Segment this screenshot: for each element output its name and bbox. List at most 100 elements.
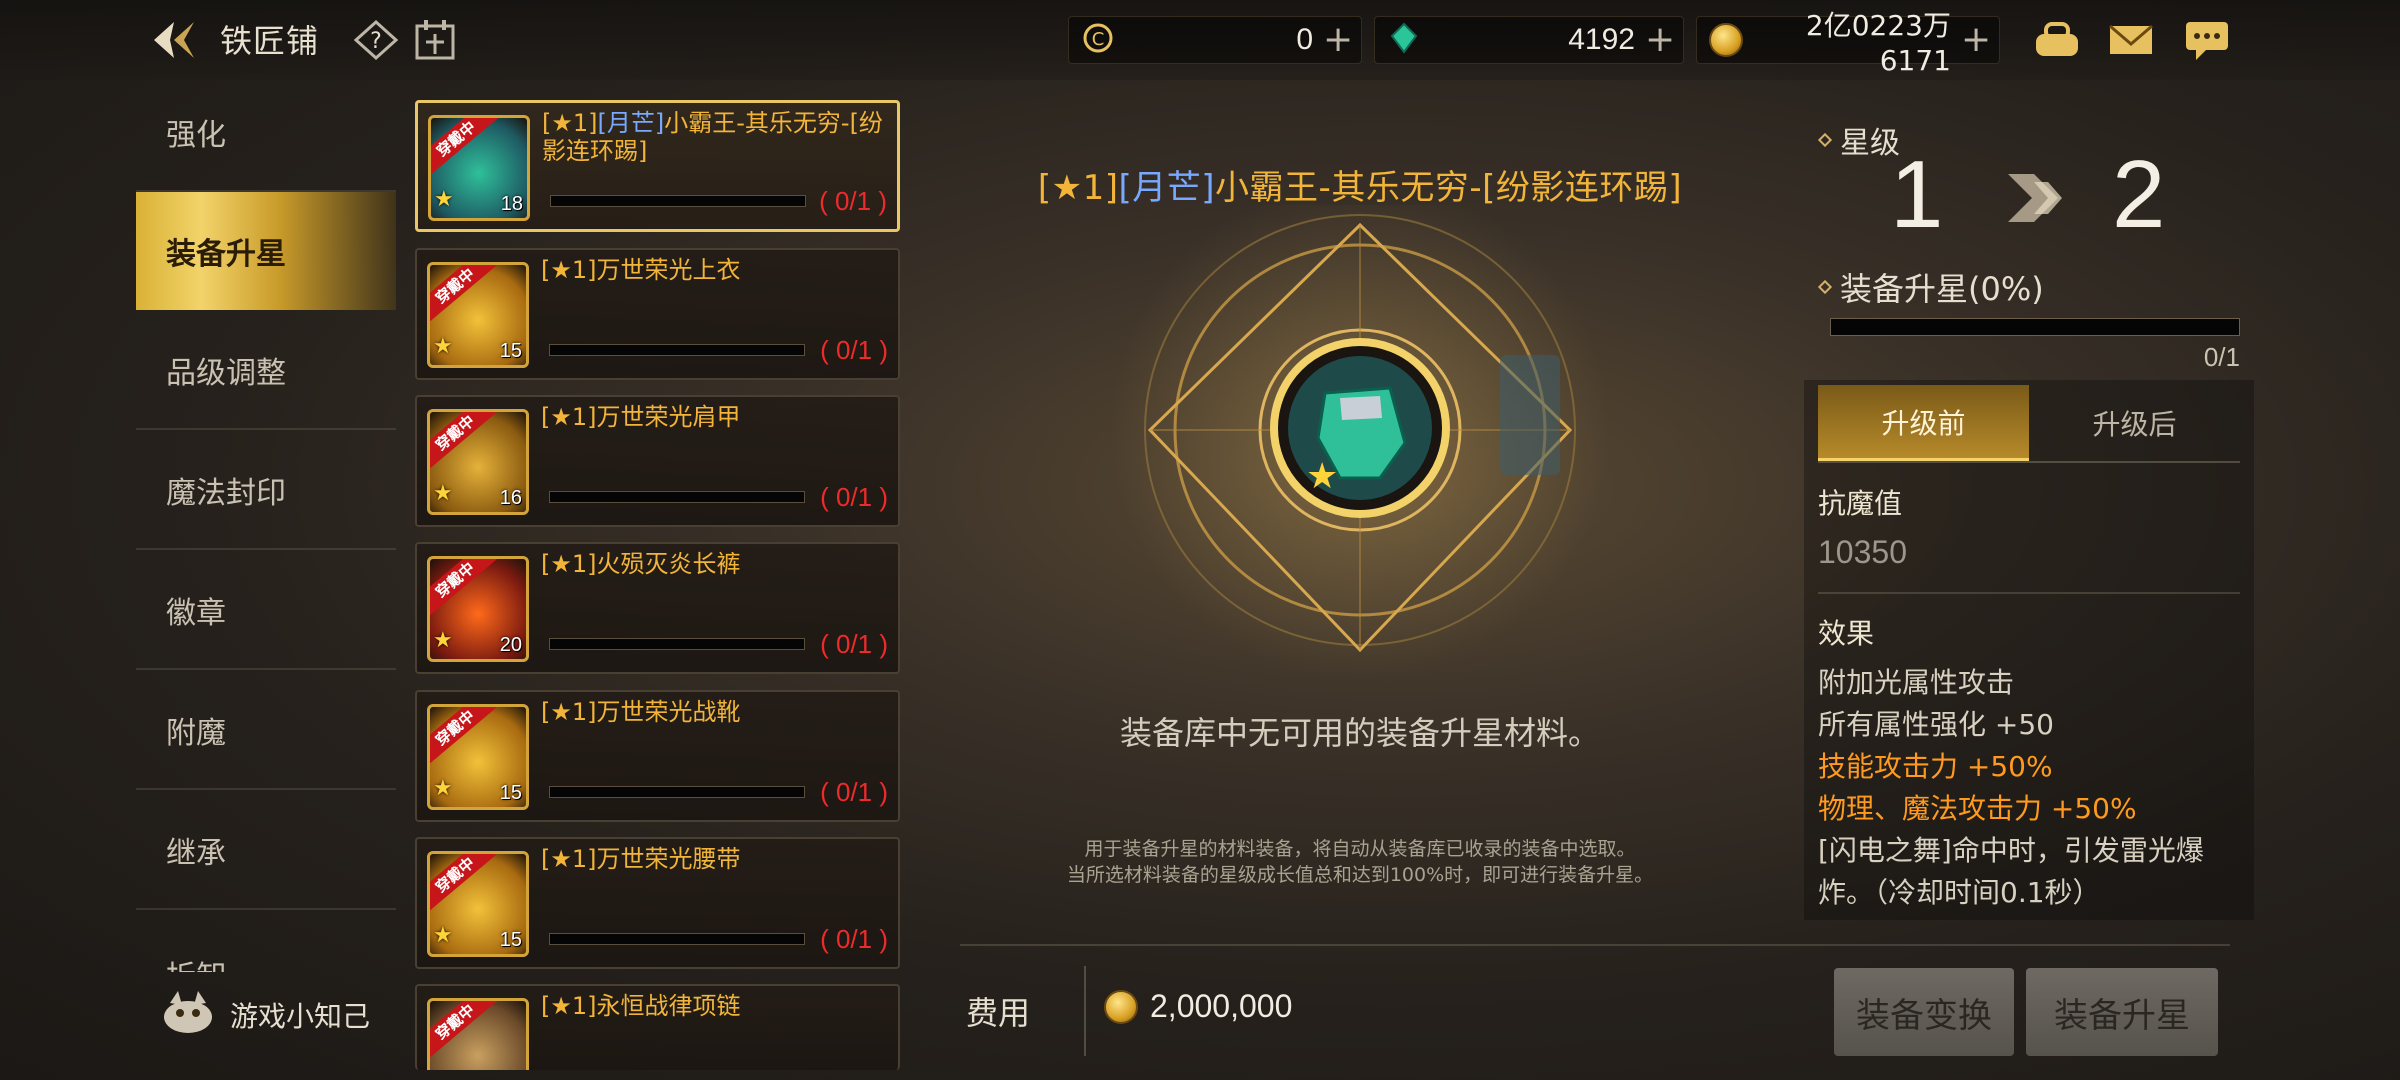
effect-line: [闪电之舞]命中时，引发雷光爆 bbox=[1818, 834, 2204, 867]
tab-divider bbox=[1818, 461, 2240, 463]
name-prefix: [★1] bbox=[541, 403, 597, 431]
help-icon[interactable]: ? bbox=[353, 19, 399, 61]
equipment-list-item[interactable]: 穿戴中 ★ 15 [★1]万世荣光上衣 ( 0/1 ) bbox=[415, 248, 900, 380]
note-line-2: 当所选材料装备的星级成长值总和达到100%时，即可进行装备升星。 bbox=[1066, 864, 1654, 886]
svg-text:?: ? bbox=[370, 29, 382, 54]
material-count: ( 0/1 ) bbox=[820, 777, 888, 807]
tab-before[interactable]: 升级前 bbox=[1818, 385, 2029, 461]
tips-label: 游戏小知己 bbox=[230, 1000, 371, 1033]
equipment-title: [★1][月芒]小霸王-其乐无穷-[纷影连环踢] bbox=[960, 160, 1760, 209]
equipment-list-item[interactable]: 穿戴中 ★ 20 [★1]火殒灭炎长裤 ( 0/1 ) bbox=[415, 542, 900, 674]
stat-label: 抗魔值 bbox=[1818, 487, 1903, 520]
title-prefix: [★1] bbox=[1037, 168, 1119, 208]
chat-icon[interactable] bbox=[2180, 16, 2234, 64]
cost-label: 费用 bbox=[966, 994, 1031, 1032]
equipment-name: [★1]万世荣光腰带 bbox=[541, 845, 891, 873]
star-icon: ★ bbox=[434, 187, 454, 212]
material-count: ( 0/1 ) bbox=[820, 924, 888, 954]
mail-icon[interactable] bbox=[2104, 16, 2158, 64]
equipped-ribbon: 穿戴中 bbox=[430, 707, 497, 766]
stat-divider bbox=[1818, 592, 2240, 594]
material-count: ( 0/1 ) bbox=[820, 482, 888, 512]
equipped-ribbon: 穿戴中 bbox=[430, 854, 497, 913]
equipment-list-item[interactable]: 穿戴中 ★ 16 [★1]万世荣光肩甲 ( 0/1 ) bbox=[415, 395, 900, 527]
nav-item-enhance[interactable]: 强化 bbox=[136, 74, 396, 192]
equipment-upgrade-button[interactable]: 装备升星 bbox=[2026, 968, 2218, 1056]
name-text: 火殒灭炎长裤 bbox=[596, 550, 741, 578]
equipment-thumbnail: 穿戴中 ★ 15 bbox=[427, 851, 529, 957]
cost-amount: 2,000,000 bbox=[1150, 988, 1293, 1024]
currency-c: C 0 + bbox=[1068, 16, 1362, 64]
game-tips-button[interactable]: 游戏小知己 bbox=[160, 990, 370, 1040]
add-currency-button[interactable]: + bbox=[1323, 22, 1353, 58]
material-progress-bar bbox=[549, 491, 805, 503]
add-gold-button[interactable]: + bbox=[1961, 22, 1991, 58]
equipment-list-item[interactable]: 穿戴中 ★ 18 [★1][月芒]小霸王-其乐无穷-[纷影连环踢] ( 0/1 ) bbox=[415, 100, 900, 232]
name-text: 永恒战律项链 bbox=[596, 992, 741, 1020]
equipment-name: [★1]万世荣光上衣 bbox=[541, 256, 891, 284]
mascot-icon bbox=[160, 987, 216, 1044]
equipped-ribbon: 穿戴中 bbox=[430, 1001, 497, 1060]
upgrade-progress-count: 0/1 bbox=[2203, 342, 2240, 372]
equipment-level: 20 bbox=[499, 634, 522, 656]
cost-divider bbox=[1084, 966, 1086, 1056]
currency-gem: 4192 + bbox=[1374, 16, 1684, 64]
selected-equipment-icon[interactable]: ★ bbox=[1270, 338, 1450, 518]
name-prefix: [★1] bbox=[541, 698, 597, 726]
svg-text:C: C bbox=[1092, 29, 1105, 50]
gem-value: 4192 bbox=[1568, 23, 1635, 56]
diamond-icon bbox=[1817, 279, 1833, 295]
equipment-name: [★1]万世荣光战靴 bbox=[541, 698, 891, 726]
no-material-message: 装备库中无可用的装备升星材料。 bbox=[1119, 714, 1600, 752]
nav-item-label: 徽章 bbox=[166, 596, 226, 631]
gold-value: 2亿0223万6171 bbox=[1805, 8, 1951, 77]
equipment-name: [★1]万世荣光肩甲 bbox=[541, 403, 891, 431]
material-count: ( 0/1 ) bbox=[819, 186, 887, 216]
star-from: 1 bbox=[1890, 141, 1944, 248]
effect-line: 所有属性强化 +50 bbox=[1818, 708, 2054, 741]
equipment-thumbnail: 穿戴中 ★ 15 bbox=[427, 704, 529, 810]
calendar-icon[interactable] bbox=[414, 18, 456, 62]
material-count: ( 0/1 ) bbox=[820, 335, 888, 365]
nav-item-grade-adjust[interactable]: 品级调整 bbox=[136, 312, 396, 430]
material-progress-bar bbox=[549, 786, 805, 798]
add-gem-button[interactable]: + bbox=[1645, 22, 1675, 58]
effect-list: 附加光属性攻击 所有属性强化 +50 技能攻击力 +50% 物理、魔法攻击力 +… bbox=[1818, 662, 2258, 914]
page-title: 铁匠铺 bbox=[220, 22, 320, 60]
tab-after[interactable]: 升级后 bbox=[2029, 385, 2240, 461]
name-tag: [月芒] bbox=[597, 109, 665, 137]
nav-item-enchant[interactable]: 附魔 bbox=[136, 672, 396, 790]
effect-label: 效果 bbox=[1818, 617, 1875, 650]
nav-item-dismantle[interactable]: 拆卸 bbox=[136, 912, 396, 972]
diamond-icon bbox=[1817, 132, 1833, 148]
nav-item-star-upgrade[interactable]: 装备升星 bbox=[136, 192, 396, 310]
name-text: 万世荣光上衣 bbox=[596, 256, 741, 284]
upgrade-progress-bar bbox=[1830, 318, 2240, 336]
nav-item-emblem[interactable]: 徽章 bbox=[136, 552, 396, 670]
nav-item-inherit[interactable]: 继承 bbox=[136, 792, 396, 910]
equipment-list-item[interactable]: 穿戴中 ★ 15 [★1]万世荣光腰带 ( 0/1 ) bbox=[415, 837, 900, 969]
bag-icon[interactable] bbox=[2030, 16, 2084, 64]
c-currency-icon: C bbox=[1081, 21, 1115, 59]
equipment-list-item[interactable]: 穿戴中★ [★1]永恒战律项链 bbox=[415, 984, 900, 1070]
material-progress-bar bbox=[549, 344, 805, 356]
divider bbox=[960, 944, 2230, 946]
equipment-level: 15 bbox=[499, 340, 522, 362]
before-after-tabs: 升级前 升级后 bbox=[1818, 385, 2240, 461]
equipped-ribbon: 穿戴中 bbox=[431, 118, 498, 177]
equipment-name: [★1][月芒]小霸王-其乐无穷-[纷影连环踢] bbox=[542, 109, 892, 165]
back-arrow-icon[interactable] bbox=[148, 16, 200, 64]
nav-item-label: 附魔 bbox=[166, 716, 226, 751]
star-icon: ★ bbox=[433, 481, 453, 506]
name-prefix: [★1] bbox=[541, 550, 597, 578]
equipment-convert-button[interactable]: 装备变换 bbox=[1834, 968, 2014, 1056]
name-prefix: [★1] bbox=[542, 109, 598, 137]
upgrade-progress-label: 装备升星(0%) bbox=[1817, 264, 2044, 310]
nav-item-label: 魔法封印 bbox=[166, 476, 286, 511]
name-text: 万世荣光战靴 bbox=[596, 698, 741, 726]
equipment-list-item[interactable]: 穿戴中 ★ 15 [★1]万世荣光战靴 ( 0/1 ) bbox=[415, 690, 900, 822]
nav-item-label: 装备升星 bbox=[166, 237, 286, 272]
nav-item-magic-seal[interactable]: 魔法封印 bbox=[136, 432, 396, 550]
equipment-level: 15 bbox=[499, 929, 522, 951]
nav-item-label: 继承 bbox=[166, 836, 226, 871]
